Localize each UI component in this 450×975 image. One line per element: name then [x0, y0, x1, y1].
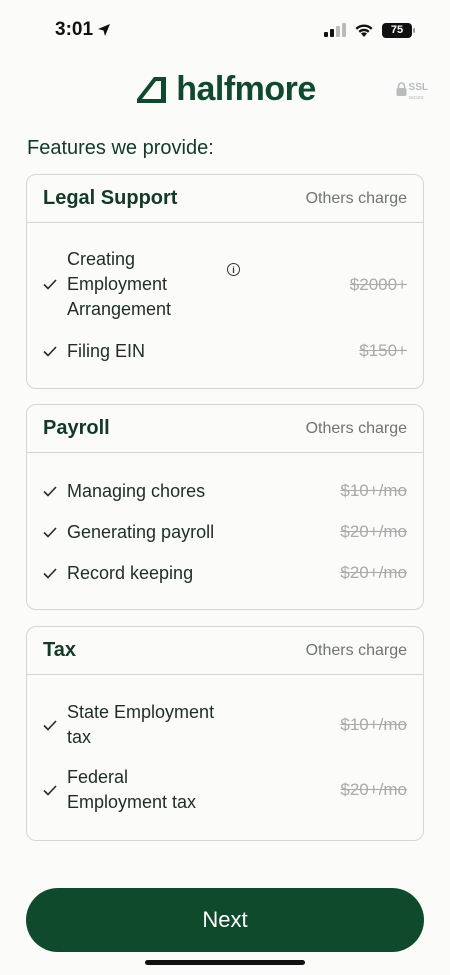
feature-row: Record keeping $20+/mo [43, 559, 407, 587]
check-icon [43, 526, 67, 538]
feature-name: Federal Employment tax [67, 767, 197, 812]
cellular-signal-icon [324, 23, 346, 37]
card-title: Payroll [43, 417, 110, 439]
next-button[interactable]: Next [26, 888, 424, 952]
ssl-sub-label: secure [408, 95, 424, 101]
ssl-badge: SSL secure [396, 77, 428, 101]
location-arrow-icon [98, 24, 111, 36]
check-icon [43, 567, 67, 579]
lock-icon [396, 82, 407, 96]
card-header: Tax Others charge [27, 627, 423, 675]
battery-level: 75 [390, 24, 404, 36]
feature-row: Creating Employment Arrangement i $2000+ [43, 247, 407, 322]
app-header: halfmore SSL secure [0, 60, 450, 118]
competitor-price: $20+/mo [340, 522, 407, 541]
battery-icon: 75 [382, 22, 415, 38]
check-icon [43, 485, 67, 497]
status-bar: 3:01 75 [0, 0, 450, 60]
check-icon [43, 719, 67, 731]
others-charge-label: Others charge [305, 189, 407, 207]
halfmore-logo: halfmore [134, 70, 316, 109]
others-charge-label: Others charge [305, 419, 407, 437]
tax-card: Tax Others charge State Employment tax $… [26, 626, 424, 841]
feature-name: Record keeping [67, 562, 194, 583]
features-heading: Features we provide: [27, 137, 214, 159]
feature-name: State Employment tax [67, 702, 215, 747]
logo-mark-icon [137, 77, 167, 103]
competitor-price: $20+/mo [340, 563, 407, 582]
brand-name: halfmore [176, 69, 316, 108]
status-icons: 75 [324, 22, 415, 38]
card-title: Tax [43, 639, 76, 661]
info-icon[interactable]: i [227, 263, 240, 276]
check-icon [43, 784, 67, 796]
feature-row: Generating payroll $20+/mo [43, 518, 407, 546]
time-text: 3:01 [55, 19, 94, 40]
feature-name: Creating Employment Arrangement [67, 249, 172, 319]
payroll-card: Payroll Others charge Managing chores $1… [26, 404, 424, 610]
card-header: Payroll Others charge [27, 405, 423, 453]
feature-name: Managing chores [67, 480, 206, 501]
check-icon [43, 279, 67, 290]
wifi-icon [355, 23, 373, 37]
card-title: Legal Support [43, 187, 178, 209]
feature-row: State Employment tax $10+/mo [43, 699, 407, 751]
ssl-label: SSL [408, 82, 428, 93]
ssl-text-group: SSL secure [408, 77, 428, 102]
competitor-price: $2000+ [349, 274, 407, 294]
feature-row: Federal Employment tax $20+/mo [43, 764, 407, 816]
check-icon [43, 345, 67, 357]
card-header: Legal Support Others charge [27, 175, 423, 223]
competitor-price: $10+/mo [340, 715, 407, 734]
others-charge-label: Others charge [305, 641, 407, 659]
feature-name: Generating payroll [67, 521, 215, 542]
feature-row: Filing EIN $150+ [43, 337, 407, 365]
feature-row: Managing chores $10+/mo [43, 477, 407, 505]
home-indicator [145, 960, 305, 965]
competitor-price: $20+/mo [340, 780, 407, 799]
competitor-price: $150+ [359, 341, 407, 360]
feature-name: Filing EIN [67, 340, 146, 361]
competitor-price: $10+/mo [340, 481, 407, 500]
legal-support-card: Legal Support Others charge Creating Emp… [26, 174, 424, 389]
status-time: 3:01 [55, 19, 111, 41]
